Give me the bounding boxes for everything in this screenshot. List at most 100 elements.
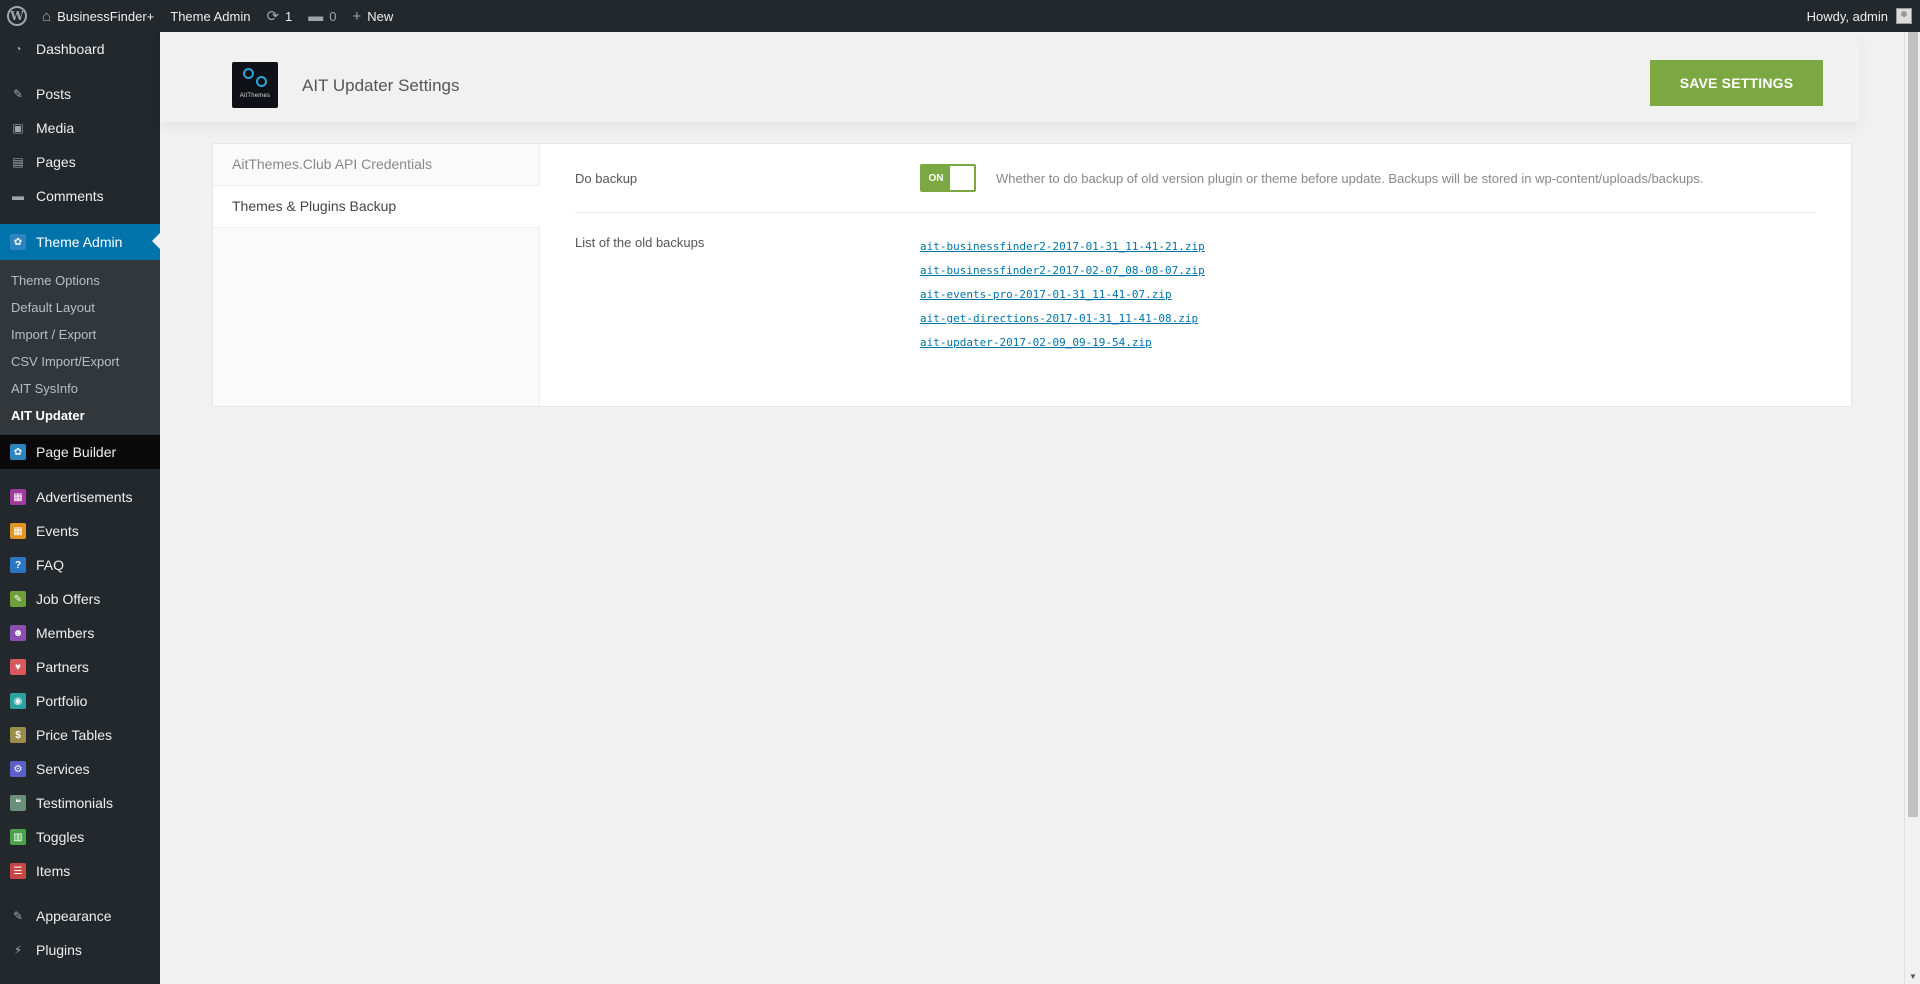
sidebar-item-members[interactable]: ☻ Members: [0, 616, 160, 650]
theme-admin-submenu: Theme Options Default Layout Import / Ex…: [0, 260, 160, 435]
backups-list: ait-businessfinder2-2017-01-31_11-41-21.…: [920, 235, 1205, 355]
backup-file-link[interactable]: ait-get-directions-2017-01-31_11-41-08.z…: [920, 307, 1205, 331]
backups-row: List of the old backups ait-businessfind…: [575, 213, 1815, 355]
tab-themes-plugins-backup[interactable]: Themes & Plugins Backup: [213, 186, 540, 228]
sidebar-item-media[interactable]: ▣ Media: [0, 111, 160, 145]
sidebar-item-posts[interactable]: ✎ Posts: [0, 77, 160, 111]
toggle-on-label: ON: [922, 166, 950, 190]
sidebar-item-page-builder[interactable]: ✿ Page Builder: [0, 435, 160, 469]
sidebar-item-theme-admin[interactable]: ✿ Theme Admin: [0, 224, 160, 260]
sidebar-item-label: Appearance: [36, 908, 112, 924]
plus-icon: +: [352, 7, 362, 25]
greeting-label: Howdy, admin: [1806, 8, 1888, 24]
sidebar-item-label: Events: [36, 523, 79, 539]
sidebar-item-events[interactable]: ▦ Events: [0, 514, 160, 548]
new-label: New: [367, 8, 394, 24]
sidebar-item-portfolio[interactable]: ◉ Portfolio: [0, 684, 160, 718]
do-backup-toggle[interactable]: ON: [920, 164, 976, 192]
theme-admin-link[interactable]: Theme Admin: [162, 0, 258, 32]
aitthemes-logo: AitThemes: [232, 62, 278, 108]
sidebar-item-label: Plugins: [36, 942, 82, 958]
advertisements-icon: ▦: [10, 489, 26, 505]
theme-admin-label: Theme Admin: [170, 8, 251, 24]
avatar-icon: [1896, 8, 1912, 24]
sidebar-item-label: Pages: [36, 154, 76, 170]
comment-bubble-icon: ▬: [308, 7, 324, 25]
pages-icon: ▤: [12, 155, 24, 169]
job-offers-icon: ✎: [10, 591, 26, 607]
sidebar-item-toggles[interactable]: ▥ Toggles: [0, 820, 160, 854]
scrollbar-thumb[interactable]: [1908, 17, 1918, 817]
theme-admin-icon: ✿: [10, 234, 26, 250]
tab-api-credentials[interactable]: AitThemes.Club API Credentials: [213, 144, 539, 186]
sidebar-item-label: Page Builder: [36, 444, 117, 460]
sidebar-item-faq[interactable]: ? FAQ: [0, 548, 160, 582]
sidebar-item-comments[interactable]: ▬ Comments: [0, 179, 160, 213]
toggles-icon: ▥: [10, 829, 26, 845]
submenu-import-export[interactable]: Import / Export: [0, 321, 160, 348]
save-settings-button[interactable]: SAVE SETTINGS: [1650, 60, 1823, 106]
paintbrush-icon: ✎: [12, 909, 24, 923]
user-account-link[interactable]: Howdy, admin: [1807, 8, 1920, 24]
submenu-csv-import-export[interactable]: CSV Import/Export: [0, 348, 160, 375]
backup-file-link[interactable]: ait-events-pro-2017-01-31_11-41-07.zip: [920, 283, 1205, 307]
services-icon: ⚙: [10, 761, 26, 777]
submenu-ait-sysinfo[interactable]: AIT SysInfo: [0, 375, 160, 402]
page-title: AIT Updater Settings: [302, 76, 460, 95]
sidebar-item-job-offers[interactable]: ✎ Job Offers: [0, 582, 160, 616]
submenu-ait-updater[interactable]: AIT Updater: [0, 402, 160, 429]
settings-tabs: AitThemes.Club API Credentials Themes & …: [213, 144, 540, 406]
sidebar-item-label: Comments: [36, 188, 104, 204]
settings-panel: AitThemes.Club API Credentials Themes & …: [212, 143, 1852, 407]
sidebar-item-items[interactable]: ☰ Items: [0, 854, 160, 888]
submenu-default-layout[interactable]: Default Layout: [0, 294, 160, 321]
sidebar-item-label: Items: [36, 863, 71, 879]
faq-icon: ?: [10, 557, 26, 573]
comments-count: 0: [329, 8, 337, 24]
admin-bar: W ⌂ BusinessFinder+ Theme Admin ⟳ 1 ▬ 0 …: [0, 0, 1920, 32]
main-content: AitThemes AIT Updater Settings SAVE SETT…: [160, 32, 1904, 984]
comments-icon: ▬: [12, 189, 24, 203]
partners-icon: ♥: [10, 659, 26, 675]
page-scrollbar[interactable]: ▲ ▼: [1904, 0, 1920, 984]
site-name-link[interactable]: ⌂ BusinessFinder+: [34, 0, 162, 32]
updates-count: 1: [285, 8, 293, 24]
sidebar-item-price-tables[interactable]: $ Price Tables: [0, 718, 160, 752]
submenu-theme-options[interactable]: Theme Options: [0, 267, 160, 294]
page-header: AitThemes AIT Updater Settings SAVE SETT…: [160, 32, 1860, 122]
sidebar-item-label: Price Tables: [36, 727, 113, 743]
sidebar-item-advertisements[interactable]: ▦ Advertisements: [0, 480, 160, 514]
backup-file-link[interactable]: ait-updater-2017-02-09_09-19-54.zip: [920, 331, 1205, 355]
new-content-link[interactable]: + New: [345, 0, 402, 32]
events-icon: ▦: [10, 523, 26, 539]
plug-icon: ⚡: [13, 943, 23, 957]
scroll-down-arrow-icon[interactable]: ▼: [1905, 968, 1920, 984]
testimonials-icon: ❝: [10, 795, 26, 811]
comments-link[interactable]: ▬ 0: [300, 0, 344, 32]
sidebar-item-label: Job Offers: [36, 591, 101, 607]
admin-sidebar: ◔ Dashboard ✎ Posts ▣ Media ▤ Pages ▬ Co…: [0, 32, 160, 984]
sidebar-item-label: FAQ: [36, 557, 65, 573]
backup-options: Do backup ON Whether to do backup of old…: [540, 144, 1851, 406]
sidebar-item-label: Partners: [36, 659, 89, 675]
sidebar-item-label: Advertisements: [36, 489, 133, 505]
sidebar-item-pages[interactable]: ▤ Pages: [0, 145, 160, 179]
sidebar-item-testimonials[interactable]: ❝ Testimonials: [0, 786, 160, 820]
sidebar-item-plugins[interactable]: ⚡ Plugins: [0, 933, 160, 967]
sidebar-item-partners[interactable]: ♥ Partners: [0, 650, 160, 684]
refresh-icon: ⟳: [266, 8, 280, 25]
sidebar-item-dashboard[interactable]: ◔ Dashboard: [0, 32, 160, 66]
sidebar-item-label: Members: [36, 625, 95, 641]
updates-link[interactable]: ⟳ 1: [258, 0, 300, 32]
backups-label: List of the old backups: [575, 235, 705, 250]
members-icon: ☻: [10, 625, 26, 641]
sidebar-item-label: Theme Admin: [36, 234, 123, 250]
backup-file-link[interactable]: ait-businessfinder2-2017-02-07_08-08-07.…: [920, 259, 1205, 283]
wordpress-logo-icon[interactable]: W: [0, 0, 34, 32]
sidebar-item-label: Media: [36, 120, 75, 136]
items-icon: ☰: [10, 863, 26, 879]
sidebar-item-services[interactable]: ⚙ Services: [0, 752, 160, 786]
backup-file-link[interactable]: ait-businessfinder2-2017-01-31_11-41-21.…: [920, 235, 1205, 259]
page-builder-icon: ✿: [10, 444, 26, 460]
sidebar-item-appearance[interactable]: ✎ Appearance: [0, 899, 160, 933]
